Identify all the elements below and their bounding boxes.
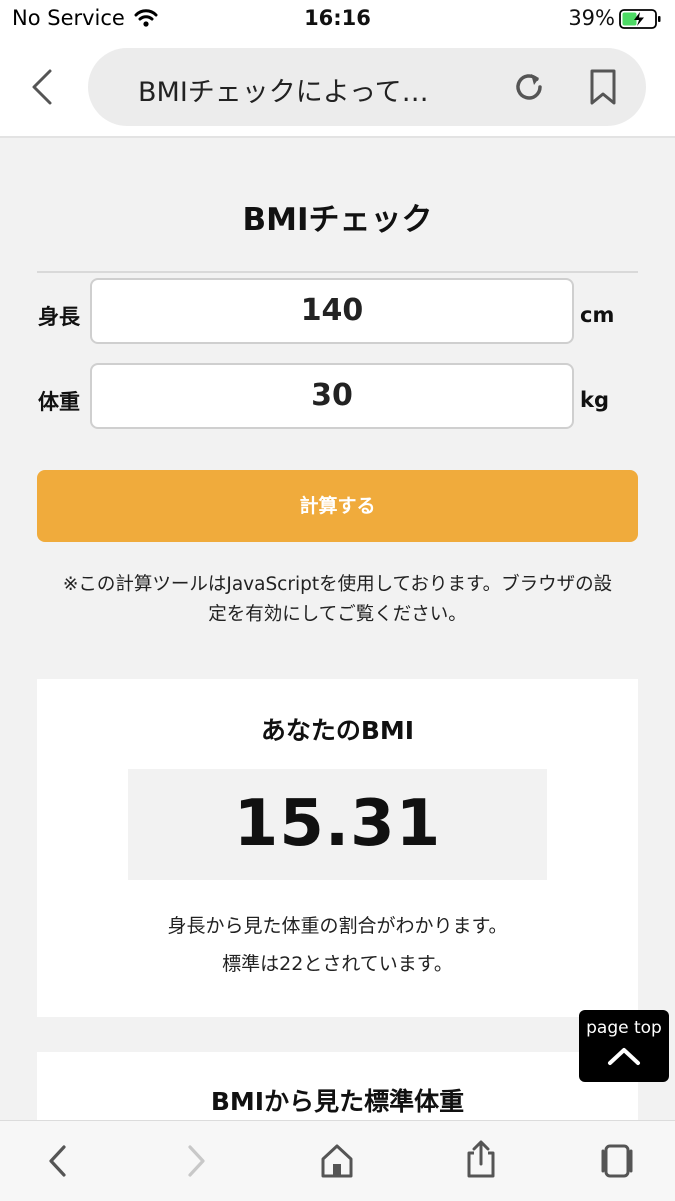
browser-toolbar — [0, 1120, 675, 1201]
chevron-up-icon — [608, 1048, 640, 1065]
battery-percent: 39% — [568, 6, 615, 30]
tabs-icon[interactable] — [598, 1143, 636, 1179]
page-content: BMIチェック 身長 140 cm 体重 30 kg 計算する ※この計算ツール… — [0, 142, 675, 1120]
page-top-button[interactable]: page top — [579, 1010, 669, 1082]
result-desc-line-1: 身長から見た体重の割合がわかります。 — [167, 915, 508, 937]
notice-line-1: ※この計算ツールはJavaScriptを使用しております。ブラウザの設 — [62, 574, 613, 595]
calculate-button[interactable]: 計算する — [37, 470, 638, 542]
reload-icon[interactable] — [512, 70, 546, 104]
height-label: 身長 — [38, 305, 80, 329]
back-icon[interactable] — [44, 1143, 70, 1179]
weight-label: 体重 — [38, 390, 80, 414]
standard-weight-card: BMIから見た標準体重 — [37, 1052, 638, 1120]
result-description: 身長から見た体重の割合がわかります。 標準は22とされています。 — [37, 907, 638, 983]
page-title: BMIチェック — [242, 202, 433, 238]
battery-charging-icon — [619, 9, 661, 29]
divider — [37, 271, 638, 273]
height-unit: cm — [580, 303, 615, 327]
browser-header: BMIチェックによって… — [0, 38, 675, 138]
bmi-value: 15.31 — [128, 769, 547, 880]
bmi-result-card: あなたのBMI 15.31 身長から見た体重の割合がわかります。 標準は22とさ… — [37, 679, 638, 1017]
result-desc-line-2: 標準は22とされています。 — [222, 953, 453, 975]
javascript-notice: ※この計算ツールはJavaScriptを使用しております。ブラウザの設 定を有効… — [30, 570, 645, 630]
url-bar[interactable]: BMIチェックによって… — [88, 48, 646, 126]
home-icon[interactable] — [320, 1143, 354, 1179]
back-chevron-icon[interactable] — [28, 68, 56, 106]
url-text[interactable]: BMIチェックによって… — [138, 70, 468, 109]
standard-weight-title: BMIから見た標準体重 — [210, 1087, 465, 1116]
page-top-label: page top — [586, 1018, 662, 1038]
result-title: あなたのBMI — [260, 716, 415, 745]
height-input[interactable]: 140 — [90, 278, 574, 344]
forward-icon[interactable] — [184, 1143, 210, 1179]
weight-input[interactable]: 30 — [90, 363, 574, 429]
notice-line-2: 定を有効にしてご覧ください。 — [208, 604, 467, 625]
status-bar: No Service 16:16 39% — [0, 0, 675, 38]
weight-unit: kg — [580, 388, 609, 412]
share-icon[interactable] — [464, 1139, 498, 1179]
bookmark-icon[interactable] — [588, 68, 618, 106]
